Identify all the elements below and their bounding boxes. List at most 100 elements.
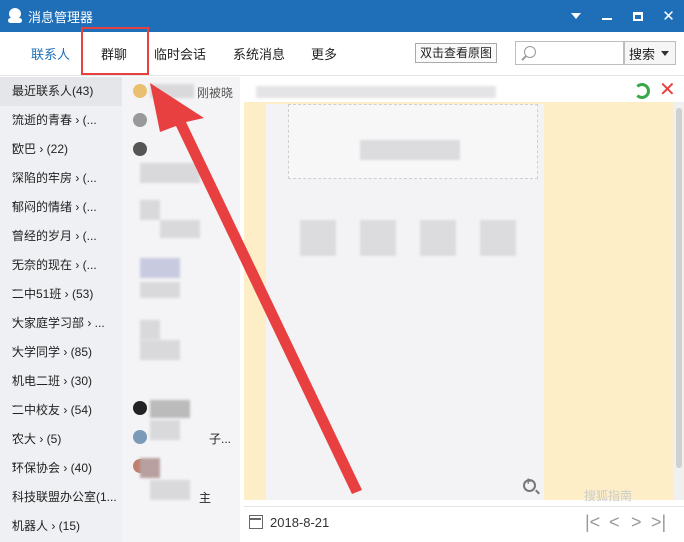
tab-contacts[interactable]: 联系人 xyxy=(31,44,70,63)
delete-icon[interactable]: ✕ xyxy=(659,80,676,100)
chevron-down-icon xyxy=(570,13,581,19)
collapse-caret-icon: ˇ xyxy=(12,316,16,330)
close-icon: ✕ xyxy=(662,8,675,25)
group-item[interactable]: ˇ无奈的现在 › (... xyxy=(0,251,122,280)
group-label: 大家庭学习部 › ... xyxy=(12,316,105,330)
collapse-caret-icon: ˇ xyxy=(12,142,16,156)
blurred-name xyxy=(140,258,180,278)
group-item[interactable]: ˇ大家庭学习部 › ... xyxy=(0,309,122,338)
scrollbar-thumb[interactable] xyxy=(676,108,682,468)
group-label: 农大 › (5) xyxy=(12,432,62,446)
scrollbar[interactable] xyxy=(674,102,684,500)
collapse-caret-icon: ˇ xyxy=(12,171,16,185)
group-label: 环保协会 › (40) xyxy=(12,461,93,475)
collapse-caret-icon: ˇ xyxy=(12,229,16,243)
blurred-name xyxy=(150,480,190,500)
minimize-icon xyxy=(601,18,612,20)
blurred-content xyxy=(420,220,456,256)
prev-page-button[interactable]: < xyxy=(609,512,620,532)
collapse-caret-icon: ˇ xyxy=(12,432,16,446)
contact-group-list: 最近联系人(43) ˇ流逝的青春 › (... ˇ欧巴 › (22) ˇ深陷的牢… xyxy=(0,77,122,542)
collapse-caret-icon: ˇ xyxy=(12,374,16,388)
blurred-name xyxy=(150,420,180,440)
highlight-box xyxy=(81,27,149,75)
search-button-label: 搜索 xyxy=(629,46,656,62)
blurred-name xyxy=(140,320,160,340)
group-item[interactable]: ˇ机电二班 › (30) xyxy=(0,367,122,396)
calendar-icon[interactable] xyxy=(249,515,263,529)
avatar[interactable] xyxy=(133,142,147,156)
group-item[interactable]: ˇ欧巴 › (22) xyxy=(0,135,122,164)
group-label: 流逝的青春 › (... xyxy=(12,113,97,127)
search-button[interactable]: 搜索 xyxy=(624,41,676,65)
close-button[interactable]: ✕ xyxy=(653,0,684,32)
collapse-caret-icon: ˇ xyxy=(12,461,16,475)
avatar[interactable] xyxy=(133,84,147,98)
collapse-caret-icon: ˇ xyxy=(12,258,16,272)
zoom-in-icon[interactable] xyxy=(523,476,536,492)
group-item-recent[interactable]: 最近联系人(43) xyxy=(0,77,122,106)
conversation-name: 刚被晓 xyxy=(197,86,234,100)
collapse-caret-icon: ˇ xyxy=(12,519,16,533)
last-page-button[interactable]: >| xyxy=(651,512,666,532)
group-item[interactable]: ˇ环保协会 › (40) xyxy=(0,454,122,483)
collapse-caret-icon: ˇ xyxy=(12,200,16,214)
group-label: 二中校友 › (54) xyxy=(12,403,93,417)
conversation-name: 子... xyxy=(209,432,232,446)
group-label: 大学同学 › (85) xyxy=(12,345,93,359)
blurred-name xyxy=(140,340,180,360)
blurred-name xyxy=(160,220,200,238)
blurred-name xyxy=(140,282,180,298)
avatar[interactable] xyxy=(133,430,147,444)
tab-temp-session[interactable]: 临时会话 xyxy=(154,44,206,63)
group-item[interactable]: ˇ深陷的牢房 › (... xyxy=(0,164,122,193)
date-label: 2018-8-21 xyxy=(270,515,330,530)
avatar[interactable] xyxy=(133,113,147,127)
blurred-name xyxy=(140,163,200,183)
collapse-caret-icon: ˇ xyxy=(12,287,16,301)
conversation-name: 主 xyxy=(199,491,212,505)
group-label: 郁闷的情绪 › (... xyxy=(12,200,97,214)
maximize-icon xyxy=(632,11,643,21)
tab-system-messages[interactable]: 系统消息 xyxy=(233,44,285,63)
next-page-button[interactable]: > xyxy=(631,512,642,532)
avatar[interactable] xyxy=(133,401,147,415)
first-page-button[interactable]: |< xyxy=(585,512,600,532)
blurred-content xyxy=(300,220,336,256)
group-item[interactable]: ˇ二中校友 › (54) xyxy=(0,396,122,425)
window-controls: ✕ xyxy=(560,0,684,32)
collapse-caret-icon: ˇ xyxy=(12,345,16,359)
group-item[interactable]: ˇ机器人 › (15) xyxy=(0,512,122,541)
blurred-name xyxy=(150,400,190,418)
group-label: 最近联系人(43) xyxy=(12,84,94,98)
group-label: 曾经的岁月 › (... xyxy=(12,229,97,243)
tab-more[interactable]: 更多 xyxy=(311,44,337,63)
group-label: 机器人 › (15) xyxy=(12,519,81,533)
view-original-button[interactable]: 双击查看原图 xyxy=(415,43,497,63)
group-label: 机电二班 › (30) xyxy=(12,374,93,388)
chevron-down-icon xyxy=(661,50,670,56)
group-item[interactable]: ˇ大学同学 › (85) xyxy=(0,338,122,367)
blurred-name xyxy=(140,200,160,220)
group-item[interactable]: ˇ流逝的青春 › (... xyxy=(0,106,122,135)
search-icon xyxy=(524,46,536,58)
qq-penguin-icon xyxy=(8,8,22,24)
search-input[interactable] xyxy=(515,41,624,65)
minimize-button[interactable] xyxy=(591,0,622,32)
group-item[interactable]: ˇ二中51班 › (53) xyxy=(0,280,122,309)
blurred-content xyxy=(480,220,516,256)
refresh-icon[interactable] xyxy=(634,83,650,99)
group-item[interactable]: ˇ郁闷的情绪 › (... xyxy=(0,193,122,222)
group-label: 二中51班 › (53) xyxy=(12,287,94,301)
menu-arrow-button[interactable] xyxy=(560,0,591,32)
window-title: 消息管理器 xyxy=(28,9,94,25)
group-label: 深陷的牢房 › (... xyxy=(12,171,97,185)
group-item[interactable]: ˇ曾经的岁月 › (... xyxy=(0,222,122,251)
blurred-name xyxy=(140,458,160,478)
group-item[interactable]: ˇ农大 › (5) xyxy=(0,425,122,454)
watermark: 搜狐指南 xyxy=(584,489,633,503)
group-item[interactable]: 科技联盟办公室(1... xyxy=(0,483,122,512)
maximize-button[interactable] xyxy=(622,0,653,32)
group-label: 欧巴 › (22) xyxy=(12,142,69,156)
blurred-content xyxy=(360,220,396,256)
